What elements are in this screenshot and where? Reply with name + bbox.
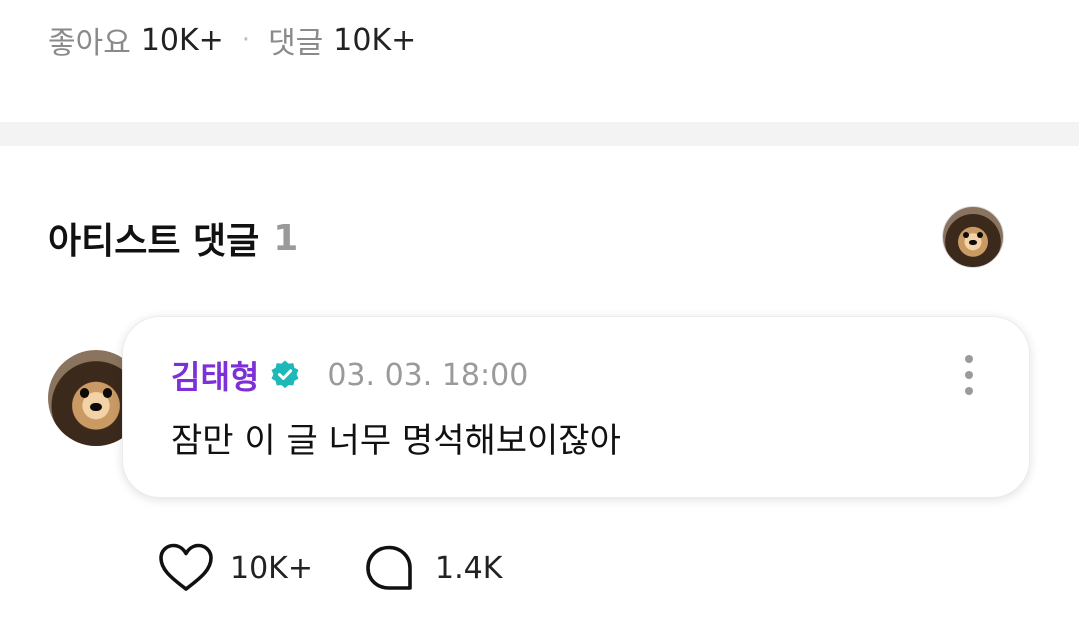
like-button[interactable]: 10K+: [158, 542, 313, 594]
artist-comment-card: 김태형 03. 03. 18:00 잠만 이 글 너무 명석해보이잖아: [122, 316, 1030, 498]
artist-comments-count: 1: [273, 217, 299, 259]
comment-header: 김태형 03. 03. 18:00: [171, 353, 528, 397]
likes-count[interactable]: 10K+: [141, 23, 224, 58]
more-options-button[interactable]: [959, 353, 979, 397]
like-count: 10K+: [230, 550, 313, 586]
comment-actions: 10K+ 1.4K: [158, 540, 502, 596]
comment-timestamp: 03. 03. 18:00: [327, 357, 529, 393]
reply-count: 1.4K: [434, 550, 503, 586]
artist-avatar-small[interactable]: [942, 206, 1004, 268]
speech-bubble-icon: [366, 545, 412, 590]
heart-outline-icon: [159, 543, 213, 591]
reply-button[interactable]: 1.4K: [363, 542, 502, 594]
stats-separator: ·: [241, 25, 251, 55]
comments-label: 댓글: [268, 26, 324, 61]
likes-label: 좋아요: [48, 26, 131, 61]
comments-count[interactable]: 10K+: [333, 23, 416, 58]
artist-comments-title: 아티스트 댓글: [48, 221, 260, 262]
post-stats: 좋아요 10K+ · 댓글 10K+: [48, 18, 416, 62]
artist-comments-header: 아티스트 댓글 1: [48, 210, 298, 266]
comment-author-name[interactable]: 김태형: [171, 352, 259, 398]
comment-text: 잠만 이 글 너무 명석해보이잖아: [171, 421, 621, 461]
verified-badge-icon: [271, 360, 299, 389]
vertical-dots-icon: [965, 355, 973, 363]
section-divider: [0, 122, 1079, 146]
